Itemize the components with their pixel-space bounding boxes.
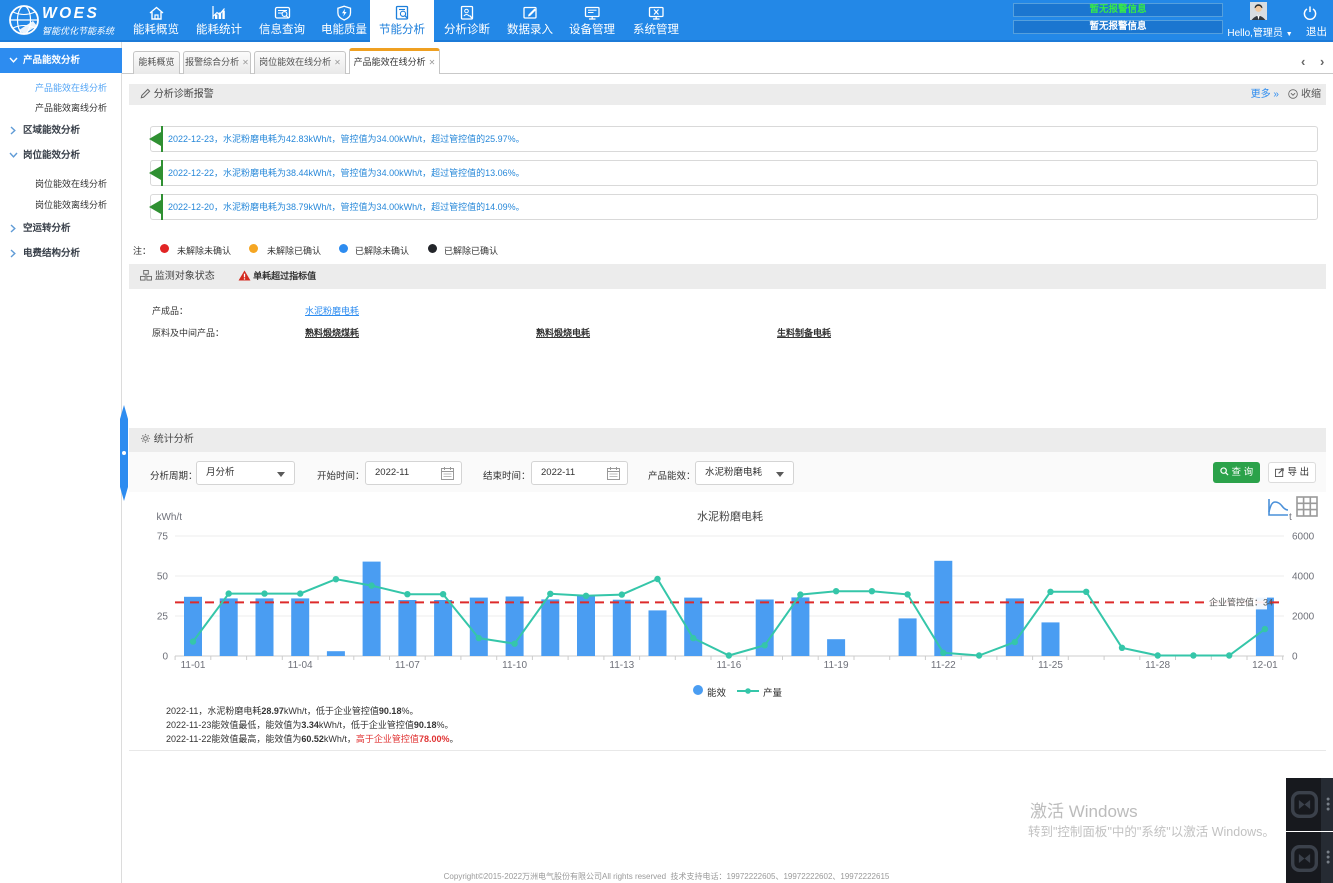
svg-text:11-07: 11-07 [395, 660, 420, 671]
svg-text:11-25: 11-25 [1038, 660, 1063, 671]
svg-text:0: 0 [1292, 652, 1298, 663]
svg-text:2000: 2000 [1292, 612, 1315, 623]
svg-text:t: t [1289, 512, 1292, 523]
svg-text:11-10: 11-10 [502, 660, 527, 671]
svg-text:4000: 4000 [1292, 572, 1315, 583]
svg-text:企业管控值：34: 企业管控值：34 [1209, 596, 1273, 607]
svg-text:11-13: 11-13 [609, 660, 634, 671]
svg-text:0: 0 [162, 652, 168, 663]
svg-text:11-28: 11-28 [1145, 660, 1170, 671]
svg-text:11-04: 11-04 [288, 660, 313, 671]
svg-text:6000: 6000 [1292, 532, 1315, 543]
svg-text:11-16: 11-16 [716, 660, 741, 671]
svg-text:kWh/t: kWh/t [156, 512, 182, 523]
svg-text:11-01: 11-01 [181, 660, 206, 671]
svg-text:75: 75 [157, 532, 169, 543]
svg-text:11-22: 11-22 [931, 660, 956, 671]
svg-text:50: 50 [157, 572, 169, 583]
svg-text:12-01: 12-01 [1252, 660, 1278, 671]
svg-text:25: 25 [157, 612, 169, 623]
svg-text:11-19: 11-19 [824, 660, 849, 671]
